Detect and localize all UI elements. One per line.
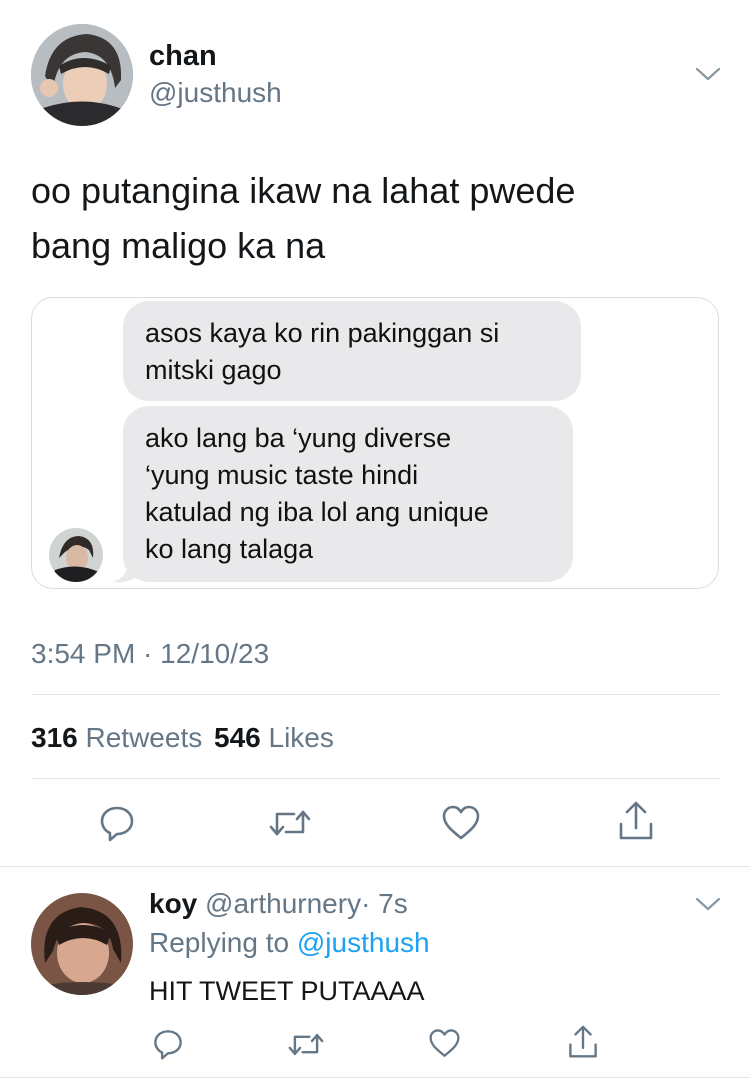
message-line: ‘yung music taste hindi: [145, 460, 419, 490]
message-line: katulad ng iba lol ang unique: [145, 497, 489, 527]
replying-to-handle[interactable]: @justhush: [297, 927, 430, 958]
message-line: ako lang ba ‘yung diverse: [145, 423, 452, 453]
retweet-stat[interactable]: 316 Retweets: [31, 722, 210, 753]
retweet-count: 316: [31, 722, 78, 753]
replying-to-label: Replying to: [149, 927, 290, 958]
message-bubble: ako lang ba ‘yung diverse ‘yung music ta…: [123, 406, 573, 582]
like-label: Likes: [268, 722, 334, 753]
retweet-label: Retweets: [85, 722, 203, 753]
author-avatar[interactable]: [31, 24, 133, 126]
divider: [0, 866, 750, 867]
message-line: ko lang talaga: [145, 534, 314, 564]
like-icon[interactable]: [428, 1028, 461, 1059]
chevron-down-icon[interactable]: [695, 66, 721, 82]
reply-author-handle[interactable]: @arthurnery: [205, 888, 361, 919]
message-line: asos kaya ko rin pakinggan si: [145, 318, 500, 348]
author-handle[interactable]: @justhush: [149, 77, 282, 109]
author-name[interactable]: chan: [149, 40, 217, 73]
like-icon[interactable]: [441, 804, 481, 842]
like-count: 546: [214, 722, 261, 753]
share-icon[interactable]: [617, 800, 655, 842]
replying-to: Replying to @justhush: [149, 927, 430, 959]
tweet-text-line: oo putangina ikaw na lahat pwede: [31, 170, 576, 211]
reply-text: HIT TWEET PUTAAAA: [149, 976, 425, 1006]
divider: [31, 694, 720, 695]
like-stat[interactable]: 546 Likes: [214, 722, 334, 753]
tweet-stats: 316 Retweets 546 Likes: [31, 722, 334, 754]
message-bubble: asos kaya ko rin pakinggan si mitski gag…: [123, 301, 581, 401]
embedded-image[interactable]: asos kaya ko rin pakinggan si mitski gag…: [31, 297, 719, 589]
tweet-text-line: bang maligo ka na: [31, 225, 326, 266]
divider: [0, 1077, 750, 1078]
author-avatar-image: [31, 24, 133, 126]
reply-icon[interactable]: [152, 1028, 184, 1060]
reply-icon[interactable]: [98, 804, 136, 842]
reply-author-avatar[interactable]: [31, 893, 133, 995]
reply-header: koy @arthurnery· 7s: [149, 888, 408, 920]
tweet-timestamp[interactable]: 3:54 PM · 12/10/23: [31, 638, 269, 670]
share-icon[interactable]: [567, 1024, 599, 1060]
reply-author-avatar-image: [31, 893, 133, 995]
tweet-text: oo putangina ikaw na lahat pwede bang ma…: [31, 163, 575, 273]
sender-avatar-image: [49, 528, 103, 582]
chevron-down-icon[interactable]: [695, 896, 721, 912]
divider: [31, 778, 720, 779]
reply-time[interactable]: · 7s: [361, 888, 408, 919]
bubble-tail: [112, 560, 140, 583]
sender-avatar: [49, 528, 103, 582]
message-line: mitski gago: [145, 355, 282, 385]
retweet-icon[interactable]: [268, 806, 312, 840]
reply-author-name[interactable]: koy: [149, 888, 197, 919]
retweet-icon[interactable]: [287, 1030, 325, 1059]
